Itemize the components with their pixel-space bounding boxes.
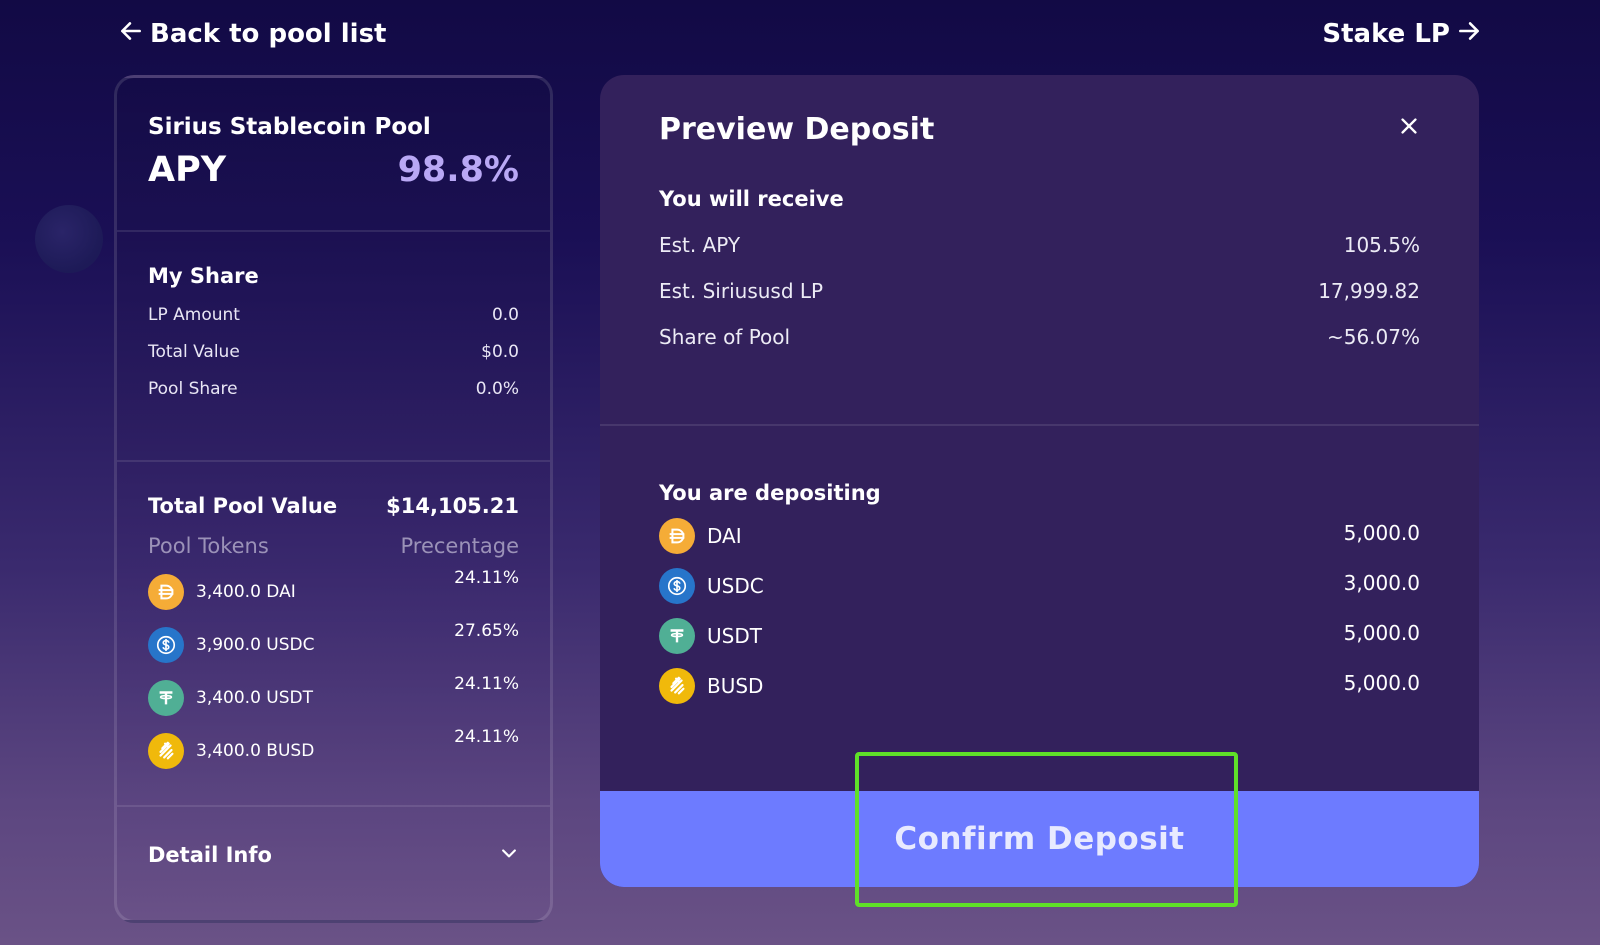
busd-icon xyxy=(659,668,695,704)
preview-deposit-modal: Preview Deposit You will receive Est. AP… xyxy=(600,75,1479,887)
pool-token-amount: 3,400.0 DAI xyxy=(196,582,296,602)
percentage-column: Precentage xyxy=(400,534,519,558)
receive-label: Est. APY xyxy=(659,233,741,257)
deposit-symbol: BUSD xyxy=(707,674,764,698)
deposit-row: USDT 5,000.0 xyxy=(659,617,1420,655)
pool-columns-header: Pool Tokens Precentage xyxy=(148,534,519,558)
usdc-icon xyxy=(659,568,695,604)
usdt-icon xyxy=(148,680,184,716)
lp-amount-row: LP Amount 0.0 xyxy=(148,305,519,325)
pool-token-row: 3,400.0 USDT 24.11% xyxy=(148,674,519,717)
deposit-symbol: USDT xyxy=(707,624,762,648)
pool-token-row: 3,400.0 DAI 24.11% xyxy=(148,568,519,611)
total-pool-value: $14,105.21 xyxy=(386,494,519,518)
close-icon[interactable] xyxy=(1398,115,1420,137)
deposit-row: DAI 5,000.0 xyxy=(659,517,1420,555)
back-label: Back to pool list xyxy=(150,19,387,49)
kv-label: Pool Share xyxy=(148,379,238,399)
pool-token-pct: 24.11% xyxy=(454,568,519,588)
stake-label: Stake LP xyxy=(1322,19,1450,49)
pool-header: Sirius Stablecoin Pool APY 98.8% xyxy=(117,78,550,232)
usdc-icon xyxy=(148,627,184,663)
stake-lp-link[interactable]: Stake LP xyxy=(1322,18,1482,51)
deposit-section: You are depositing DAI 5,000.0 USDC 3,00… xyxy=(600,426,1479,789)
receive-section: Preview Deposit You will receive Est. AP… xyxy=(600,75,1479,426)
receive-row: Share of Pool ~56.07% xyxy=(659,325,1420,349)
apy-row: APY 98.8% xyxy=(148,150,519,190)
deposit-amount: 5,000.0 xyxy=(1343,671,1420,695)
usdt-icon xyxy=(659,618,695,654)
pool-share-row: Pool Share 0.0% xyxy=(148,379,519,399)
pool-name: Sirius Stablecoin Pool xyxy=(148,114,431,140)
arrow-right-icon xyxy=(1456,18,1482,51)
deposit-row: BUSD 5,000.0 xyxy=(659,667,1420,705)
deposit-amount: 3,000.0 xyxy=(1343,571,1420,595)
apy-value: 98.8% xyxy=(397,150,519,190)
detail-info-toggle[interactable]: Detail Info xyxy=(117,807,550,920)
detail-info-label: Detail Info xyxy=(148,842,272,867)
my-share-section: My Share LP Amount 0.0 Total Value $0.0 … xyxy=(117,232,550,462)
busd-icon xyxy=(148,733,184,769)
dai-icon xyxy=(148,574,184,610)
kv-value: 0.0 xyxy=(491,305,519,325)
deposit-symbol: DAI xyxy=(707,524,742,548)
dai-icon xyxy=(659,518,695,554)
back-to-pool-list-link[interactable]: Back to pool list xyxy=(118,18,387,51)
deposit-amount: 5,000.0 xyxy=(1343,521,1420,545)
arrow-left-icon xyxy=(118,18,144,51)
chevron-down-icon[interactable] xyxy=(499,843,519,867)
pool-token-row: 3,900.0 USDC 27.65% xyxy=(148,621,519,664)
pool-token-pct: 27.65% xyxy=(454,621,519,641)
pool-token-pct: 24.11% xyxy=(454,674,519,694)
pool-tokens-column: Pool Tokens xyxy=(148,534,269,558)
total-pool-value-row: Total Pool Value $14,105.21 xyxy=(148,494,519,518)
pool-token-amount: 3,900.0 USDC xyxy=(196,635,315,655)
pool-token-amount: 3,400.0 USDT xyxy=(196,688,313,708)
pool-token-pct: 24.11% xyxy=(454,727,519,747)
receive-value: 105.5% xyxy=(1343,233,1420,257)
receive-label: Est. Siriususd LP xyxy=(659,279,824,303)
pool-value-section: Total Pool Value $14,105.21 Pool Tokens … xyxy=(117,462,550,807)
deposit-symbol: USDC xyxy=(707,574,764,598)
total-value-row: Total Value $0.0 xyxy=(148,342,519,362)
kv-label: LP Amount xyxy=(148,305,240,325)
pool-token-amount: 3,400.0 BUSD xyxy=(196,741,315,761)
confirm-deposit-button[interactable]: Confirm Deposit xyxy=(600,791,1479,887)
deposit-row: USDC 3,000.0 xyxy=(659,567,1420,605)
top-nav: Back to pool list Stake LP xyxy=(118,14,1482,54)
deposit-amount: 5,000.0 xyxy=(1343,621,1420,645)
total-pool-value-label: Total Pool Value xyxy=(148,494,338,518)
deposit-title: You are depositing xyxy=(659,481,881,505)
apy-label: APY xyxy=(148,150,227,190)
receive-row: Est. Siriususd LP 17,999.82 xyxy=(659,279,1420,303)
pool-token-row: 3,400.0 BUSD 24.11% xyxy=(148,727,519,770)
kv-value: $0.0 xyxy=(481,342,519,362)
my-share-title: My Share xyxy=(148,264,259,288)
receive-value: ~56.07% xyxy=(1326,325,1420,349)
decorative-orb xyxy=(35,205,103,273)
receive-row: Est. APY 105.5% xyxy=(659,233,1420,257)
modal-title: Preview Deposit xyxy=(659,112,935,147)
receive-value: 17,999.82 xyxy=(1318,279,1420,303)
receive-title: You will receive xyxy=(659,187,844,211)
kv-value: 0.0% xyxy=(475,379,519,399)
receive-label: Share of Pool xyxy=(659,325,791,349)
kv-label: Total Value xyxy=(148,342,240,362)
pool-info-card: Sirius Stablecoin Pool APY 98.8% My Shar… xyxy=(114,75,553,923)
